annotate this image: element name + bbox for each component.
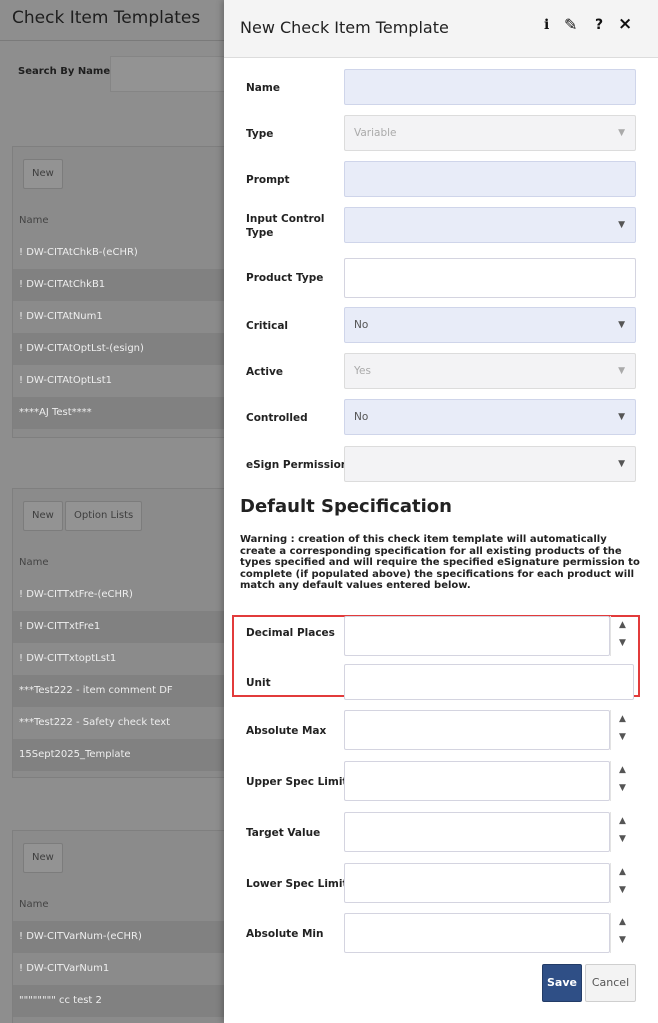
- new-button[interactable]: New: [23, 501, 63, 531]
- controlled-select[interactable]: No ▼: [344, 399, 636, 435]
- target-value-stepper[interactable]: ▲ ▼: [610, 812, 636, 852]
- target-value-label: Target Value: [246, 827, 321, 839]
- absolute-min-input[interactable]: [344, 913, 610, 953]
- upper-spec-limit-input[interactable]: [344, 761, 610, 801]
- option-lists-button[interactable]: Option Lists: [65, 501, 143, 531]
- lower-spec-limit-input[interactable]: [344, 863, 610, 903]
- chevron-down-icon: ▼: [618, 366, 625, 376]
- name-label: Name: [246, 82, 280, 94]
- unit-input[interactable]: [344, 664, 634, 700]
- new-button[interactable]: New: [23, 843, 63, 873]
- active-value: Yes: [354, 365, 371, 377]
- controlled-value: No: [354, 411, 369, 423]
- lower-spec-limit-label: Lower Spec Limit: [246, 878, 348, 890]
- critical-label: Critical: [246, 320, 289, 332]
- prompt-input[interactable]: [344, 161, 636, 197]
- decimal-places-label: Decimal Places: [246, 627, 335, 639]
- active-select[interactable]: Yes ▼: [344, 353, 636, 389]
- decimal-places-stepper[interactable]: ▲ ▼: [610, 616, 636, 656]
- product-type-input[interactable]: [344, 258, 636, 298]
- new-button[interactable]: New: [23, 159, 63, 189]
- controlled-label: Controlled: [246, 412, 308, 424]
- dialog-title: New Check Item Template: [240, 18, 449, 37]
- increment-icon[interactable]: ▲: [619, 816, 626, 826]
- increment-icon[interactable]: ▲: [619, 867, 626, 877]
- dialog-header: New Check Item Template i ✎ ? ×: [224, 0, 658, 58]
- search-label: Search By Name: [18, 66, 111, 77]
- type-value: Variable: [354, 127, 397, 139]
- upper-spec-limit-stepper[interactable]: ▲ ▼: [610, 761, 636, 801]
- decrement-icon[interactable]: ▼: [619, 885, 626, 895]
- absolute-max-stepper[interactable]: ▲ ▼: [610, 710, 636, 750]
- decimal-places-input[interactable]: [344, 616, 610, 656]
- active-label: Active: [246, 366, 283, 378]
- increment-icon[interactable]: ▲: [619, 714, 626, 724]
- warning-text: Warning : creation of this check item te…: [240, 534, 640, 591]
- esign-permission-select[interactable]: ▼: [344, 446, 636, 482]
- save-button[interactable]: Save: [542, 964, 582, 1002]
- lower-spec-limit-stepper[interactable]: ▲ ▼: [610, 863, 636, 903]
- absolute-max-input[interactable]: [344, 710, 610, 750]
- cancel-button[interactable]: Cancel: [585, 964, 636, 1002]
- page-title: Check Item Templates: [12, 8, 201, 28]
- increment-icon[interactable]: ▲: [619, 917, 626, 927]
- close-icon[interactable]: ×: [618, 14, 632, 34]
- esign-permission-label: eSign Permission: [246, 459, 349, 471]
- increment-icon[interactable]: ▲: [619, 620, 626, 630]
- type-label: Type: [246, 128, 274, 140]
- decrement-icon[interactable]: ▼: [619, 935, 626, 945]
- absolute-max-label: Absolute Max: [246, 725, 327, 737]
- decrement-icon[interactable]: ▼: [619, 834, 626, 844]
- pencil-icon[interactable]: ✎: [564, 15, 577, 34]
- info-icon[interactable]: i: [544, 17, 549, 33]
- increment-icon[interactable]: ▲: [619, 765, 626, 775]
- decrement-icon[interactable]: ▼: [619, 732, 626, 742]
- decrement-icon[interactable]: ▼: [619, 638, 626, 648]
- name-input[interactable]: [344, 69, 636, 105]
- absolute-min-stepper[interactable]: ▲ ▼: [610, 913, 636, 953]
- type-select[interactable]: Variable ▼: [344, 115, 636, 151]
- search-input[interactable]: [110, 56, 230, 92]
- input-control-type-select[interactable]: ▼: [344, 207, 636, 243]
- chevron-down-icon: ▼: [618, 320, 625, 330]
- decrement-icon[interactable]: ▼: [619, 783, 626, 793]
- product-type-label: Product Type: [246, 272, 324, 284]
- upper-spec-limit-label: Upper Spec Limit: [246, 776, 348, 788]
- chevron-down-icon: ▼: [618, 220, 625, 230]
- chevron-down-icon: ▼: [618, 128, 625, 138]
- default-specification-heading: Default Specification: [240, 496, 452, 517]
- new-check-item-template-dialog: New Check Item Template i ✎ ? × Name Typ…: [224, 0, 658, 1023]
- critical-value: No: [354, 319, 369, 331]
- help-icon[interactable]: ?: [595, 17, 603, 33]
- critical-select[interactable]: No ▼: [344, 307, 636, 343]
- unit-label: Unit: [246, 677, 271, 689]
- chevron-down-icon: ▼: [618, 459, 625, 469]
- prompt-label: Prompt: [246, 174, 290, 186]
- chevron-down-icon: ▼: [618, 412, 625, 422]
- absolute-min-label: Absolute Min: [246, 928, 324, 940]
- target-value-input[interactable]: [344, 812, 610, 852]
- input-control-type-label: Input Control Type: [246, 213, 325, 239]
